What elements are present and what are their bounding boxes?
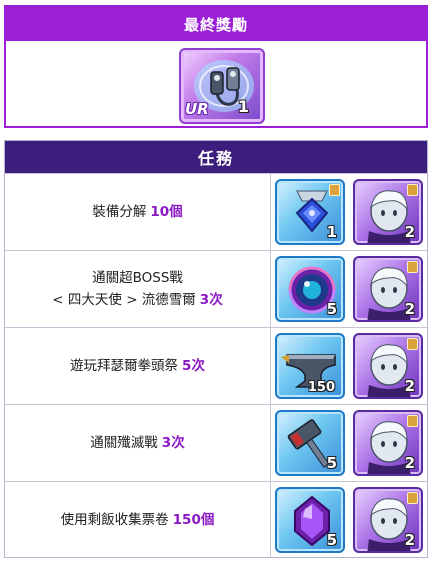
reward-count: 5 [326, 454, 337, 472]
reward-count: 2 [404, 531, 415, 549]
reward-card[interactable]: 5 [275, 487, 345, 553]
reward-count: 2 [404, 377, 415, 395]
reward-card[interactable]: 5 [275, 256, 345, 322]
rarity-label: UR [185, 100, 209, 118]
final-reward-panel: 最終獎勵 UR 1 [4, 5, 428, 128]
mission-row: 通關殲滅戰 3次 5 2 [5, 404, 427, 481]
final-reward-title: 最終獎勵 [6, 7, 426, 41]
mission-table-title: 任務 [5, 141, 427, 173]
final-reward-item[interactable]: UR 1 [179, 48, 265, 124]
reward-card[interactable]: 2 [353, 333, 423, 399]
reward-count: 2 [404, 300, 415, 318]
task-quantity: 3次 [199, 292, 223, 308]
reward-card[interactable]: 1 [275, 179, 345, 245]
mission-table: 任務 裝備分解 10個 1 2 通關超BOSS戰 < 四大天使 > 流德雪爾 3… [4, 140, 428, 558]
reward-card[interactable]: 5 [275, 410, 345, 476]
reward-count: 150 [307, 380, 335, 395]
reward-card[interactable]: 2 [353, 179, 423, 245]
mission-row: 裝備分解 10個 1 2 [5, 173, 427, 250]
task-quantity: 150個 [172, 512, 215, 528]
task-text: 通關殲滅戰 [90, 435, 158, 451]
mission-task: 通關殲滅戰 3次 [5, 405, 270, 481]
task-text: 使用剩飯收集票卷 [60, 512, 169, 528]
task-quantity: 5次 [182, 358, 205, 374]
reward-card[interactable]: 150 [275, 333, 345, 399]
reward-card[interactable]: 2 [353, 410, 423, 476]
mission-task: 裝備分解 10個 [5, 174, 270, 250]
mission-row: 遊玩拜瑟爾拳頭祭 5次 150 2 [5, 327, 427, 404]
task-quantity: 10個 [150, 204, 183, 220]
task-text: 裝備分解 [92, 204, 147, 220]
mission-task: 使用剩飯收集票卷 150個 [5, 482, 270, 558]
reward-card[interactable]: 2 [353, 487, 423, 553]
reward-count: 2 [404, 223, 415, 241]
task-text: 遊玩拜瑟爾拳頭祭 [70, 358, 179, 374]
reward-count: 1 [326, 223, 337, 241]
reward-count: 2 [404, 454, 415, 472]
task-quantity: 3次 [161, 435, 185, 451]
mission-row: 通關超BOSS戰 < 四大天使 > 流德雪爾 3次 5 2 [5, 250, 427, 327]
task-text-line1: 通關超BOSS戰 [92, 270, 183, 286]
mission-task: 通關超BOSS戰 < 四大天使 > 流德雪爾 3次 [5, 251, 270, 327]
ur-reward-card[interactable]: UR 1 [179, 48, 265, 124]
reward-count: 1 [237, 97, 249, 116]
mission-task: 遊玩拜瑟爾拳頭祭 5次 [5, 328, 270, 404]
reward-count: 5 [326, 531, 337, 549]
reward-count: 5 [326, 300, 337, 318]
task-text-line2: < 四大天使 > 流德雪爾 [52, 292, 196, 308]
reward-card[interactable]: 2 [353, 256, 423, 322]
mission-row: 使用剩飯收集票卷 150個 5 2 [5, 481, 427, 558]
